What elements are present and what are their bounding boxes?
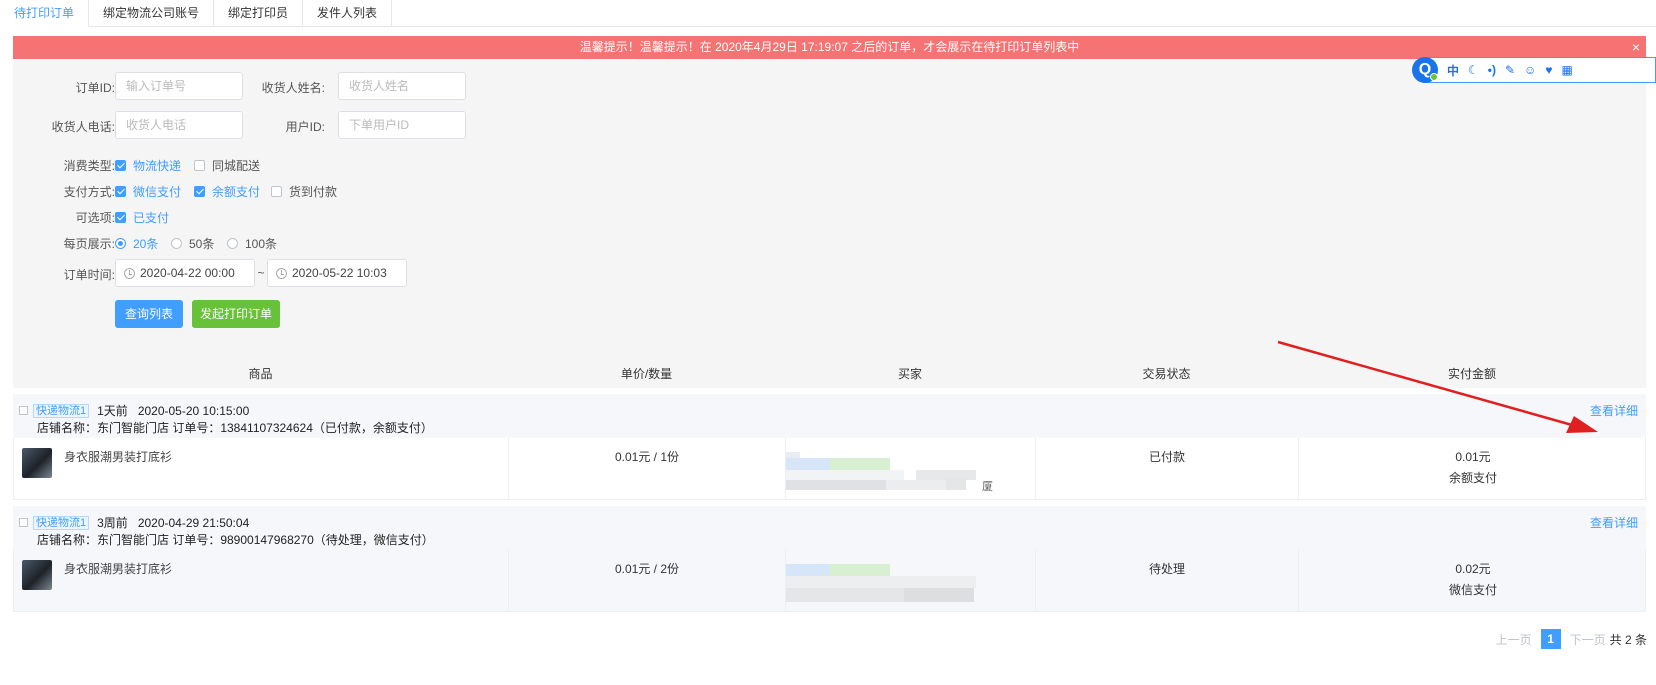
annotation-arrow: [1277, 340, 1598, 433]
arrow-head: [1566, 416, 1598, 433]
arrow-shaft: [1277, 340, 1573, 427]
